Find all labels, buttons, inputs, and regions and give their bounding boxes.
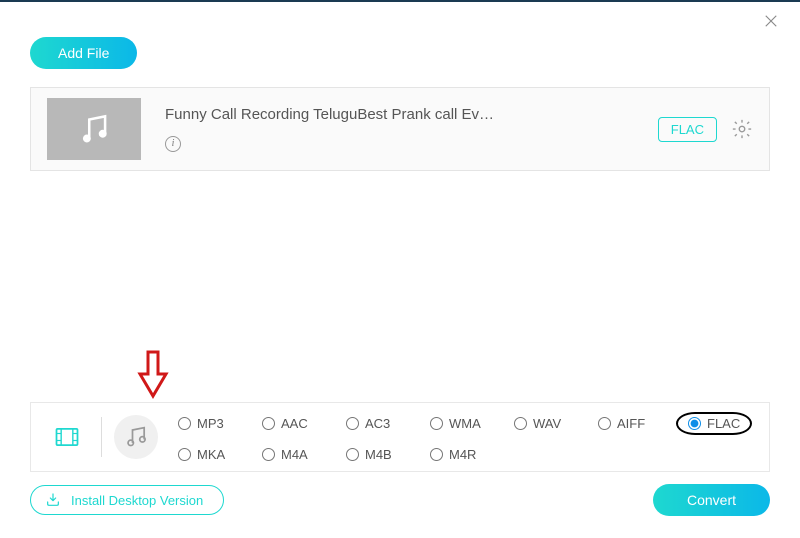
- install-label: Install Desktop Version: [71, 493, 203, 508]
- format-option-m4r[interactable]: M4R: [430, 447, 506, 462]
- file-title: Funny Call Recording TeluguBest Prank ca…: [165, 106, 658, 123]
- gear-icon[interactable]: [731, 118, 753, 140]
- format-option-m4b[interactable]: M4B: [346, 447, 422, 462]
- format-option-aac[interactable]: AAC: [262, 412, 338, 435]
- format-label: WAV: [533, 416, 561, 431]
- format-option-m4a[interactable]: M4A: [262, 447, 338, 462]
- format-label: AAC: [281, 416, 308, 431]
- format-label: MKA: [197, 447, 225, 462]
- annotation-arrow: [136, 350, 170, 407]
- format-option-mka[interactable]: MKA: [178, 447, 254, 462]
- music-icon: [122, 423, 150, 451]
- format-options: MP3 AAC AC3 WMA WAV AIFF FLAC MKA M4A M4…: [158, 412, 755, 462]
- format-label: M4B: [365, 447, 392, 462]
- format-option-wav[interactable]: WAV: [514, 412, 590, 435]
- format-label: MP3: [197, 416, 224, 431]
- target-format-badge[interactable]: FLAC: [658, 117, 717, 142]
- convert-button[interactable]: Convert: [653, 484, 770, 516]
- format-option-mp3[interactable]: MP3: [178, 412, 254, 435]
- file-info: Funny Call Recording TeluguBest Prank ca…: [141, 106, 658, 152]
- close-button[interactable]: [762, 12, 782, 32]
- file-row: Funny Call Recording TeluguBest Prank ca…: [30, 87, 770, 171]
- file-thumbnail: [47, 98, 141, 160]
- format-label: M4A: [281, 447, 308, 462]
- install-desktop-button[interactable]: Install Desktop Version: [30, 485, 224, 515]
- download-icon: [45, 492, 61, 508]
- format-option-wma[interactable]: WMA: [430, 412, 506, 435]
- add-file-button[interactable]: Add File: [30, 37, 137, 69]
- footer: Install Desktop Version Convert: [30, 484, 770, 516]
- format-label: FLAC: [707, 416, 740, 431]
- format-label: WMA: [449, 416, 481, 431]
- info-icon[interactable]: i: [165, 136, 181, 152]
- video-icon: [53, 423, 81, 451]
- format-option-aiff[interactable]: AIFF: [598, 412, 674, 435]
- music-note-icon: [75, 110, 113, 148]
- divider: [101, 417, 102, 457]
- format-panel: MP3 AAC AC3 WMA WAV AIFF FLAC MKA M4A M4…: [30, 402, 770, 472]
- format-option-ac3[interactable]: AC3: [346, 412, 422, 435]
- audio-tab[interactable]: [114, 415, 158, 459]
- video-tab[interactable]: [45, 415, 89, 459]
- file-actions: FLAC: [658, 117, 753, 142]
- format-label: AC3: [365, 416, 390, 431]
- format-label: AIFF: [617, 416, 645, 431]
- format-option-flac[interactable]: FLAC: [676, 412, 752, 435]
- format-label: M4R: [449, 447, 476, 462]
